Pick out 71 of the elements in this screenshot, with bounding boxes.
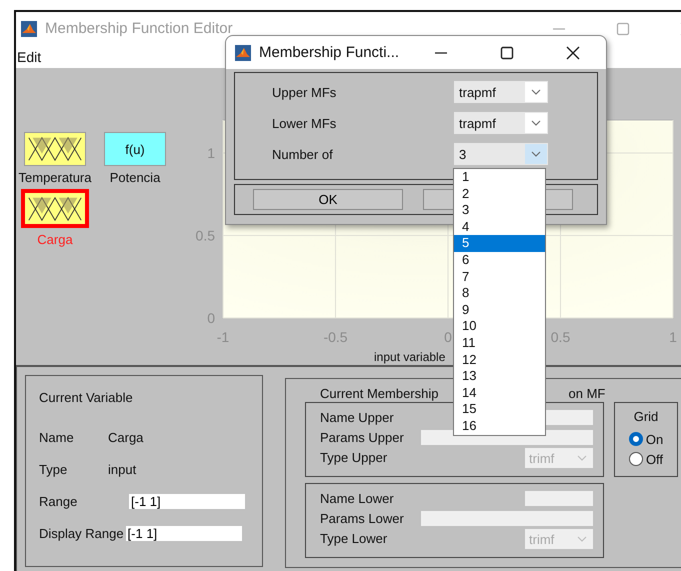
close-icon[interactable] [566, 46, 580, 60]
axis-label: input variable [374, 350, 446, 364]
list-option[interactable]: 12 [454, 352, 545, 368]
field-label: Number of [272, 146, 334, 162]
input-field[interactable]: [-1 1] [126, 526, 242, 540]
field-label: Upper MFs [272, 84, 338, 100]
list-option[interactable]: 7 [454, 268, 545, 286]
radio-label: On [646, 432, 664, 446]
dropdown[interactable]: 3 [454, 143, 548, 165]
radio-label: Off [646, 452, 664, 466]
radio-option[interactable]: On [628, 429, 664, 449]
field-label: Name Lower [320, 490, 394, 506]
variable-name: Temperatura [18, 170, 92, 185]
field-label: Name [39, 430, 75, 444]
dropdown[interactable]: trapmf [454, 112, 548, 134]
list-option[interactable]: 9 [454, 302, 545, 318]
field-label: Params Lower [320, 510, 404, 526]
variable-name: Potencia [110, 170, 160, 185]
list-option[interactable]: 10 [454, 318, 545, 335]
peak-icon [235, 44, 251, 60]
variable-block[interactable]: f(u) Potencia [102, 132, 168, 185]
membership-curves-icon [27, 194, 83, 222]
list-option[interactable]: 6 [454, 252, 545, 269]
input-field[interactable]: [-1 1] [129, 494, 245, 508]
field-label: Params Upper [320, 430, 404, 444]
list-option[interactable]: 4 [454, 218, 545, 236]
radio-icon[interactable] [628, 452, 643, 466]
list-option[interactable]: 2 [454, 186, 545, 202]
list-option[interactable]: 5 [454, 235, 545, 252]
membership-curves-icon [27, 135, 83, 163]
input-block[interactable] [21, 189, 89, 228]
field-value: input [108, 462, 136, 476]
list-option[interactable]: 8 [454, 285, 545, 302]
chevron-icon [531, 89, 541, 95]
list-option[interactable]: 16 [454, 418, 545, 434]
field-label: Type [39, 462, 68, 476]
maximize-icon[interactable] [500, 46, 514, 60]
list-option[interactable]: 3 [454, 202, 545, 219]
list-option[interactable]: 13 [454, 368, 545, 385]
output-block[interactable]: f(u) [104, 132, 166, 166]
dialog-button[interactable]: OK [253, 189, 403, 210]
chevron-icon [531, 120, 541, 126]
panel-title: Grid [634, 409, 658, 424]
radio-option[interactable]: Off [628, 449, 664, 469]
list-option[interactable]: 14 [454, 384, 545, 402]
list-option[interactable]: 1 [454, 169, 545, 186]
field-label: Range [39, 494, 78, 508]
chevron-icon [531, 151, 541, 157]
panel-title: Current Membership [320, 386, 438, 402]
field-label: Type Lower [320, 530, 388, 546]
input-field[interactable] [525, 490, 593, 506]
panel-title: Current Variable [39, 390, 134, 405]
field-label: Type Upper [320, 450, 388, 464]
menu-item[interactable]: Edit [16, 48, 42, 64]
input-block[interactable] [24, 132, 86, 166]
field-label: Lower MFs [272, 116, 338, 130]
window-title: Membership Function Editor [45, 20, 233, 37]
list-option[interactable]: 11 [454, 334, 545, 352]
radio-icon[interactable] [628, 432, 643, 446]
dropdown[interactable]: trapmf [454, 81, 548, 103]
peak-icon [21, 20, 37, 36]
window-title: Membership Functi... [259, 44, 400, 61]
input-field[interactable] [421, 510, 593, 526]
list-option[interactable]: 15 [454, 401, 545, 418]
variable-name: Carga [37, 232, 73, 247]
field-value: Carga [108, 430, 144, 444]
panel-title: on MF [568, 386, 606, 402]
chevron-icon [577, 536, 587, 542]
chevron-icon [577, 455, 587, 461]
field-label: Display Range [39, 526, 124, 540]
field-label: Name Upper [320, 410, 394, 424]
